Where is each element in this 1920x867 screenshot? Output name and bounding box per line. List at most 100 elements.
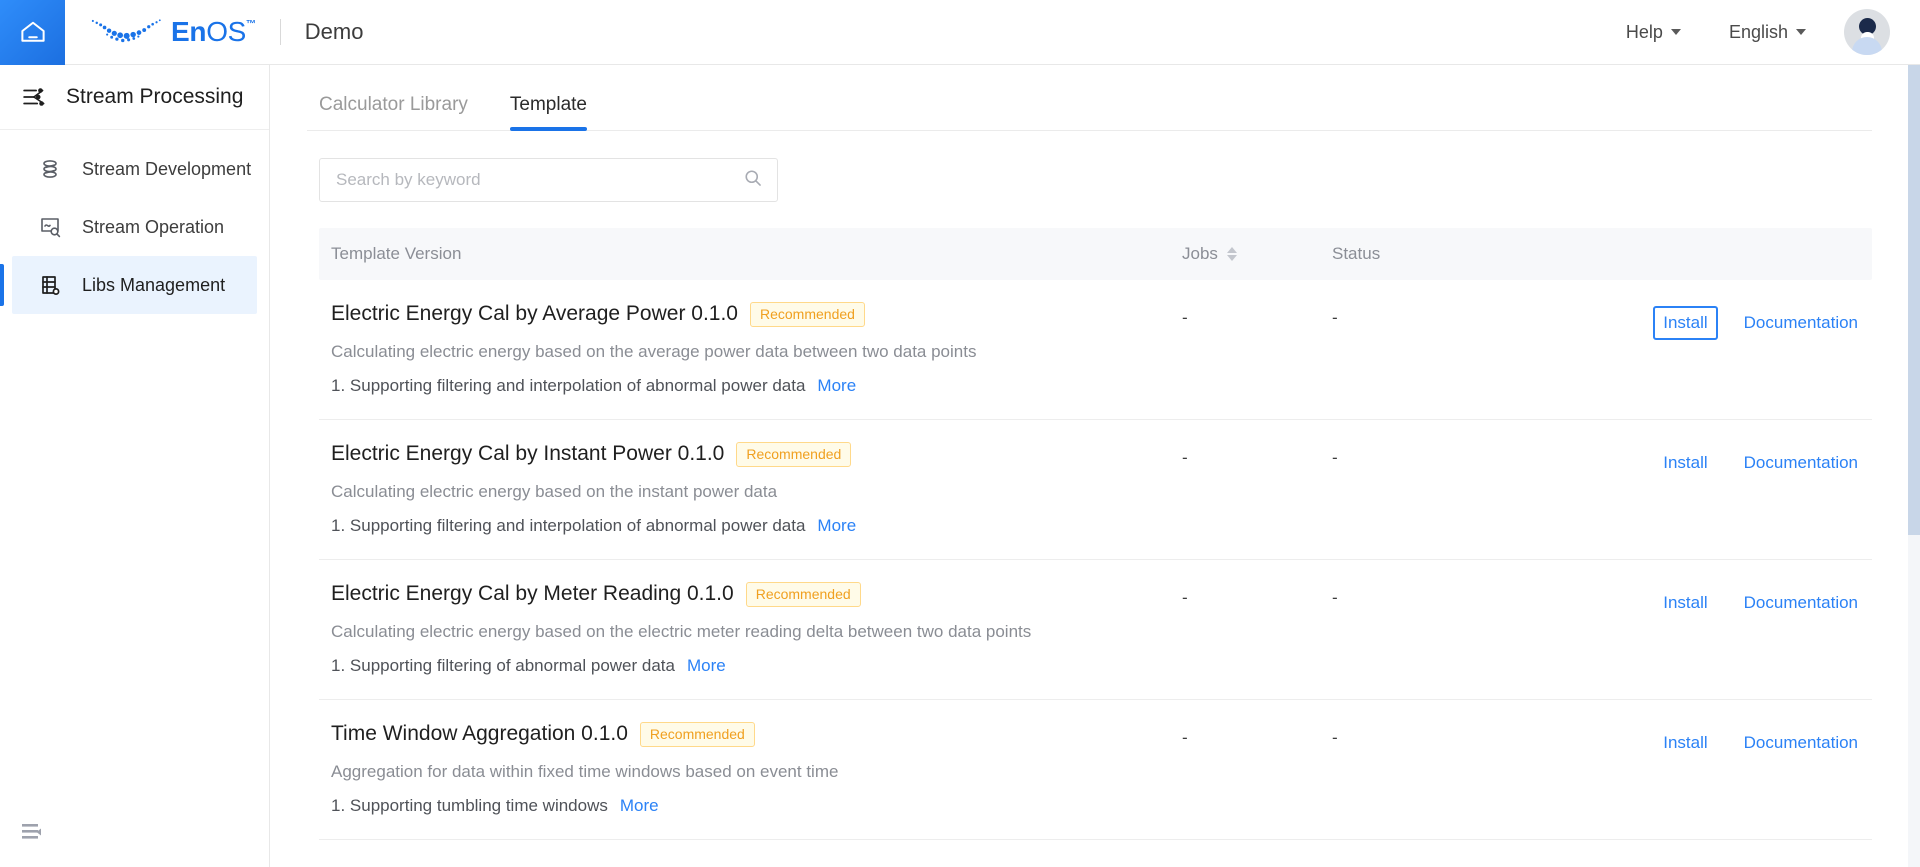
- template-feature: 1. Supporting filtering and interpolatio…: [331, 515, 806, 535]
- more-link[interactable]: More: [817, 376, 856, 396]
- enos-swoosh-icon: [91, 19, 161, 43]
- template-feature: 1. Supporting tumbling time windows: [331, 795, 608, 815]
- brand-text: En OS ™: [171, 18, 256, 46]
- template-title: Electric Energy Cal by Meter Reading 0.1…: [331, 582, 734, 606]
- sidebar-item-label: Stream Operation: [82, 216, 225, 237]
- table-header-row: Template Version Jobs Status: [319, 228, 1872, 280]
- sort-descending-icon: [1226, 255, 1237, 261]
- sort-toggle-icon[interactable]: [1226, 247, 1237, 261]
- template-title-line: Electric Energy Cal by Instant Power 0.1…: [331, 442, 1182, 467]
- column-header-jobs[interactable]: Jobs: [1182, 244, 1332, 264]
- cell-status: -: [1332, 588, 1338, 607]
- documentation-link[interactable]: Documentation: [1734, 446, 1868, 480]
- tenant-name: Demo: [304, 19, 364, 44]
- sidebar-item-stream-development[interactable]: Stream Development: [12, 140, 257, 198]
- sidebar-title: Stream Processing: [66, 85, 244, 108]
- sidebar-item-label: Stream Development: [82, 158, 252, 179]
- template-feature: 1. Supporting filtering and interpolatio…: [331, 375, 806, 395]
- table-row: Time Window Aggregation 0.1.0 Recommende…: [319, 700, 1872, 840]
- stream-development-icon: [37, 156, 63, 182]
- cell-template-version: Electric Energy Cal by Average Power 0.1…: [319, 302, 1182, 396]
- search-icon[interactable]: [743, 168, 763, 193]
- page-scrollbar[interactable]: [1908, 65, 1920, 867]
- table-row: Electric Energy Cal by Instant Power 0.1…: [319, 420, 1872, 560]
- libs-management-icon: [37, 272, 63, 298]
- documentation-link[interactable]: Documentation: [1734, 586, 1868, 620]
- collapse-sidebar-icon: [21, 821, 45, 848]
- install-button[interactable]: Install: [1653, 586, 1717, 620]
- cell-jobs: -: [1182, 728, 1188, 747]
- home-icon: [18, 17, 48, 47]
- template-title-line: Electric Energy Cal by Average Power 0.1…: [331, 302, 1182, 327]
- home-button[interactable]: [0, 0, 65, 65]
- search-area: [307, 131, 1872, 202]
- template-feature-line: 1. Supporting tumbling time windows More: [331, 796, 1182, 816]
- stream-processing-icon: [22, 84, 48, 110]
- template-feature-line: 1. Supporting filtering of abnormal powe…: [331, 656, 1182, 676]
- column-header-template-version: Template Version: [331, 244, 462, 263]
- cell-template-version: Electric Energy Cal by Meter Reading 0.1…: [319, 582, 1182, 676]
- brand-logo[interactable]: En OS ™: [87, 0, 256, 65]
- column-header-status: Status: [1332, 244, 1381, 263]
- sidebar-item-libs-management[interactable]: Libs Management: [0, 256, 257, 314]
- cell-actions: Install Documentation: [1572, 722, 1872, 760]
- brand-en: En: [171, 16, 207, 47]
- cell-actions: Install Documentation: [1572, 442, 1872, 480]
- status-badge: Recommended: [745, 582, 861, 607]
- column-header-jobs-label: Jobs: [1182, 244, 1218, 263]
- template-title: Time Window Aggregation 0.1.0: [331, 722, 628, 746]
- tab-calculator-library[interactable]: Calculator Library: [319, 94, 468, 130]
- tab-template[interactable]: Template: [509, 94, 588, 131]
- chevron-down-icon: [1796, 29, 1806, 35]
- install-button[interactable]: Install: [1653, 726, 1717, 760]
- cell-template-version: Electric Energy Cal by Instant Power 0.1…: [319, 442, 1182, 536]
- collapse-sidebar-button[interactable]: [20, 821, 46, 847]
- install-button[interactable]: Install: [1653, 306, 1718, 340]
- search-box[interactable]: [319, 158, 778, 202]
- status-badge: Recommended: [750, 302, 865, 327]
- table-row: Electric Energy Cal by Average Power 0.1…: [319, 280, 1872, 420]
- documentation-link[interactable]: Documentation: [1734, 726, 1868, 760]
- table-row: Electric Energy Cal by Meter Reading 0.1…: [319, 560, 1872, 700]
- cell-jobs: -: [1182, 308, 1188, 327]
- install-button[interactable]: Install: [1653, 446, 1717, 480]
- template-feature: 1. Supporting filtering of abnormal powe…: [331, 655, 675, 675]
- help-menu[interactable]: Help: [1616, 16, 1691, 49]
- brand-os: OS: [206, 16, 247, 47]
- template-feature-line: 1. Supporting filtering and interpolatio…: [331, 376, 1182, 396]
- chevron-down-icon: [1670, 29, 1681, 35]
- template-title-line: Time Window Aggregation 0.1.0 Recommende…: [331, 722, 1182, 747]
- sort-ascending-icon: [1226, 247, 1237, 253]
- header-divider: [279, 19, 281, 45]
- sidebar-nav: Stream Development Stream Operation Libs…: [0, 130, 269, 314]
- status-badge: Recommended: [736, 442, 852, 467]
- template-description: Calculating electric energy based on the…: [331, 481, 778, 501]
- page-scrollbar-thumb[interactable]: [1908, 65, 1920, 535]
- cell-jobs: -: [1182, 588, 1188, 607]
- cell-jobs: -: [1182, 448, 1188, 467]
- language-menu[interactable]: English: [1719, 16, 1816, 49]
- template-description: Aggregation for data within fixed time w…: [331, 761, 839, 781]
- top-bar: En OS ™ Demo Help English: [0, 0, 1920, 65]
- tab-bar: Calculator Library Template: [307, 65, 1872, 131]
- avatar-body: [1852, 37, 1882, 55]
- language-label: English: [1728, 21, 1788, 42]
- search-input[interactable]: [334, 169, 743, 191]
- template-description: Calculating electric energy based on the…: [331, 621, 1032, 641]
- more-link[interactable]: More: [817, 516, 856, 536]
- documentation-link[interactable]: Documentation: [1734, 306, 1868, 340]
- stream-operation-icon: [37, 214, 63, 240]
- top-bar-right: Help English: [1616, 9, 1920, 55]
- template-title: Electric Energy Cal by Average Power 0.1…: [331, 302, 738, 326]
- template-title-line: Electric Energy Cal by Meter Reading 0.1…: [331, 582, 1182, 607]
- sidebar-item-label: Libs Management: [82, 274, 226, 295]
- cell-status: -: [1332, 728, 1338, 747]
- sidebar-item-stream-operation[interactable]: Stream Operation: [12, 198, 257, 256]
- templates-table: Template Version Jobs Status Electric En…: [307, 228, 1872, 840]
- template-title: Electric Energy Cal by Instant Power 0.1…: [331, 442, 725, 466]
- cell-template-version: Time Window Aggregation 0.1.0 Recommende…: [319, 722, 1182, 816]
- cell-actions: Install Documentation: [1572, 582, 1872, 620]
- more-link[interactable]: More: [687, 656, 726, 676]
- avatar[interactable]: [1844, 9, 1890, 55]
- more-link[interactable]: More: [620, 796, 659, 816]
